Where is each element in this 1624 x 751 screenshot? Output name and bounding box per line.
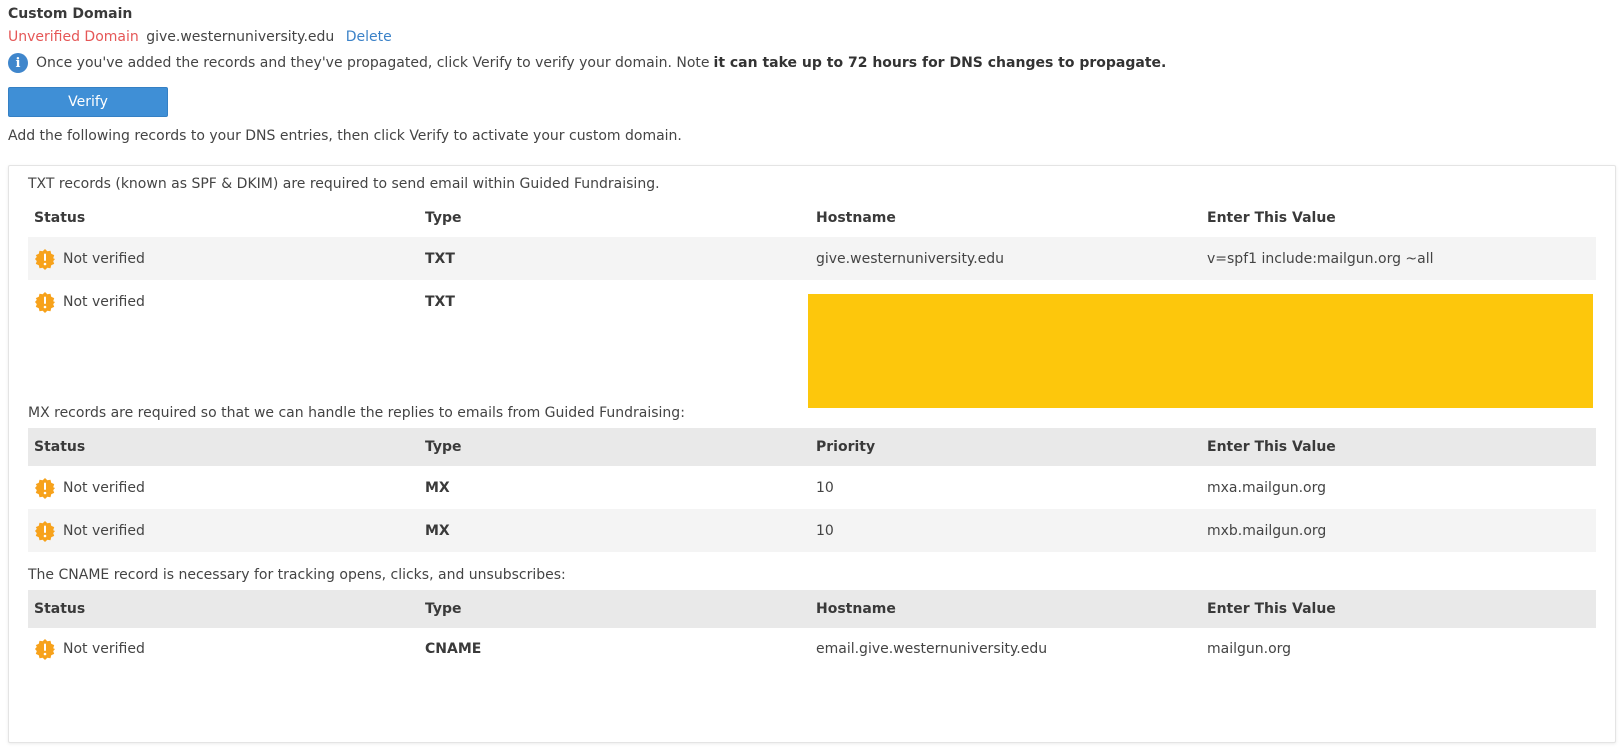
status-cell: Not verified: [34, 466, 145, 509]
page-title: Custom Domain: [8, 6, 133, 22]
cname-header-value: Enter This Value: [1207, 601, 1336, 617]
table-row: Not verified TXT give.westernuniversity.…: [28, 237, 1596, 280]
dns-records-panel: TXT records (known as SPF & DKIM) are re…: [8, 165, 1616, 743]
cname-header-hostname: Hostname: [816, 601, 896, 617]
value-cell: mxa.mailgun.org: [1207, 479, 1326, 496]
warning-icon: [35, 477, 55, 499]
table-row: Not verified MX 10 mxb.mailgun.org: [28, 509, 1596, 552]
table-row: Not verified CNAME email.give.westernuni…: [28, 628, 1596, 670]
type-cell: TXT: [425, 250, 455, 267]
status-text: Not verified: [63, 479, 145, 496]
mx-header-value: Enter This Value: [1207, 439, 1336, 455]
warning-icon: [35, 639, 55, 660]
mx-header-type: Type: [425, 439, 462, 455]
txt-section-note: TXT records (known as SPF & DKIM) are re…: [28, 176, 660, 192]
mx-header-status: Status: [34, 439, 86, 455]
warning-icon: [35, 248, 55, 270]
txt-header-value: Enter This Value: [1207, 209, 1336, 226]
hostname-cell: give.westernuniversity.edu: [816, 250, 1005, 267]
status-cell: Not verified: [34, 280, 145, 323]
cname-section-note: The CNAME record is necessary for tracki…: [28, 567, 566, 583]
value-cell: mailgun.org: [1207, 641, 1292, 657]
table-row: Not verified MX 10 mxa.mailgun.org: [28, 466, 1596, 509]
value-cell: mxb.mailgun.org: [1207, 522, 1327, 539]
priority-cell: 10: [816, 522, 834, 539]
txt-header-status: Status: [34, 209, 86, 226]
mx-section-note: MX records are required so that we can h…: [28, 405, 685, 421]
status-text: Not verified: [63, 641, 145, 657]
cname-table-header: Status Type Hostname Enter This Value: [28, 590, 1596, 628]
redacted-region: [808, 294, 1593, 408]
warning-icon: [35, 291, 55, 313]
value-cell: v=spf1 include:mailgun.org ~all: [1207, 250, 1434, 267]
type-cell: CNAME: [425, 641, 482, 657]
hostname-cell: email.give.westernuniversity.edu: [816, 641, 1048, 657]
status-cell: Not verified: [34, 509, 145, 552]
status-text: Not verified: [63, 250, 145, 267]
txt-header-hostname: Hostname: [816, 209, 896, 226]
priority-cell: 10: [816, 479, 834, 496]
status-text: Not verified: [63, 293, 145, 310]
info-icon: i: [8, 53, 28, 73]
instructions-text: Add the following records to your DNS en…: [8, 128, 682, 144]
info-message: i Once you've added the records and they…: [8, 52, 1166, 74]
info-text: Once you've added the records and they'v…: [36, 55, 710, 71]
mx-header-priority: Priority: [816, 439, 876, 455]
verify-button[interactable]: Verify: [8, 87, 168, 117]
delete-link[interactable]: Delete: [346, 29, 392, 45]
status-cell: Not verified: [34, 628, 145, 670]
status-text: Not verified: [63, 522, 145, 539]
unverified-status-label: Unverified Domain: [8, 29, 139, 45]
type-cell: MX: [425, 522, 450, 539]
domain-name: give.westernuniversity.edu: [146, 29, 335, 45]
type-cell: TXT: [425, 293, 455, 310]
cname-header-type: Type: [425, 601, 462, 617]
mx-table-header: Status Type Priority Enter This Value: [28, 428, 1596, 466]
info-bold-text: it can take up to 72 hours for DNS chang…: [713, 55, 1167, 71]
status-cell: Not verified: [34, 237, 145, 280]
txt-header-type: Type: [425, 209, 462, 226]
cname-header-status: Status: [34, 601, 86, 617]
domain-status-line: Unverified Domain give.westernuniversity…: [8, 29, 392, 45]
warning-icon: [35, 520, 55, 542]
txt-table-header: Status Type Hostname Enter This Value: [28, 199, 1596, 236]
type-cell: MX: [425, 479, 450, 496]
